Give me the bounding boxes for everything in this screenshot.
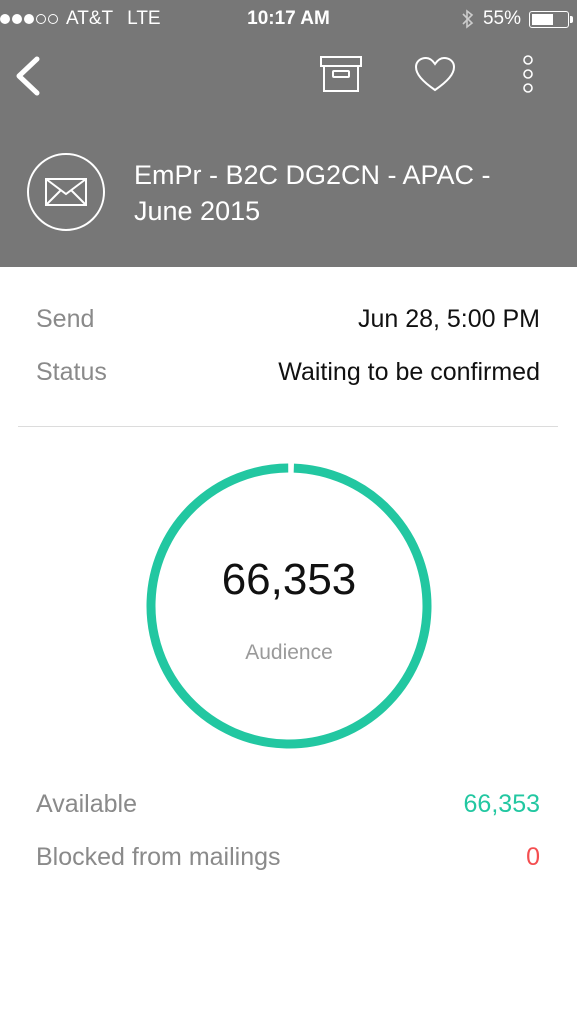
audience-label: Audience	[245, 641, 333, 664]
available-value: 66,353	[463, 790, 540, 818]
more-options-icon[interactable]	[516, 52, 540, 96]
back-chevron-icon[interactable]	[10, 54, 50, 98]
heart-icon[interactable]	[412, 55, 458, 95]
blocked-value: 0	[526, 843, 540, 871]
envelope-badge	[27, 153, 105, 231]
envelope-icon	[45, 178, 87, 206]
audience-count: 66,353	[221, 555, 357, 604]
send-value: Jun 28, 5:00 PM	[357, 305, 540, 333]
status-label: Status	[36, 358, 107, 386]
status-value: Waiting to be confirmed	[278, 358, 540, 386]
blocked-row: Blocked from mailings 0	[36, 843, 540, 872]
send-label: Send	[36, 305, 95, 333]
audience-ring-chart	[146, 463, 432, 749]
bluetooth-icon	[462, 9, 474, 29]
archive-box-icon[interactable]	[318, 54, 364, 94]
battery-icon	[529, 10, 573, 28]
status-bar-right: 55%	[461, 8, 573, 30]
send-row: Send Jun 28, 5:00 PM	[36, 305, 540, 334]
status-row: Status Waiting to be confirmed	[36, 358, 540, 387]
audience-ring-arc	[146, 463, 432, 749]
status-bar: AT&T LTE 10:17 AM 55%	[0, 0, 577, 38]
available-row: Available 66,353	[36, 790, 540, 819]
available-label: Available	[36, 790, 138, 818]
campaign-title: EmPr - B2C DG2CN - APAC - June 2015	[134, 160, 491, 226]
section-divider	[18, 426, 558, 427]
blocked-label: Blocked from mailings	[36, 843, 281, 871]
battery-percent: 55%	[482, 8, 521, 29]
app-header: AT&T LTE 10:17 AM 55% EmPr - B2C DG2CN -…	[0, 0, 577, 267]
